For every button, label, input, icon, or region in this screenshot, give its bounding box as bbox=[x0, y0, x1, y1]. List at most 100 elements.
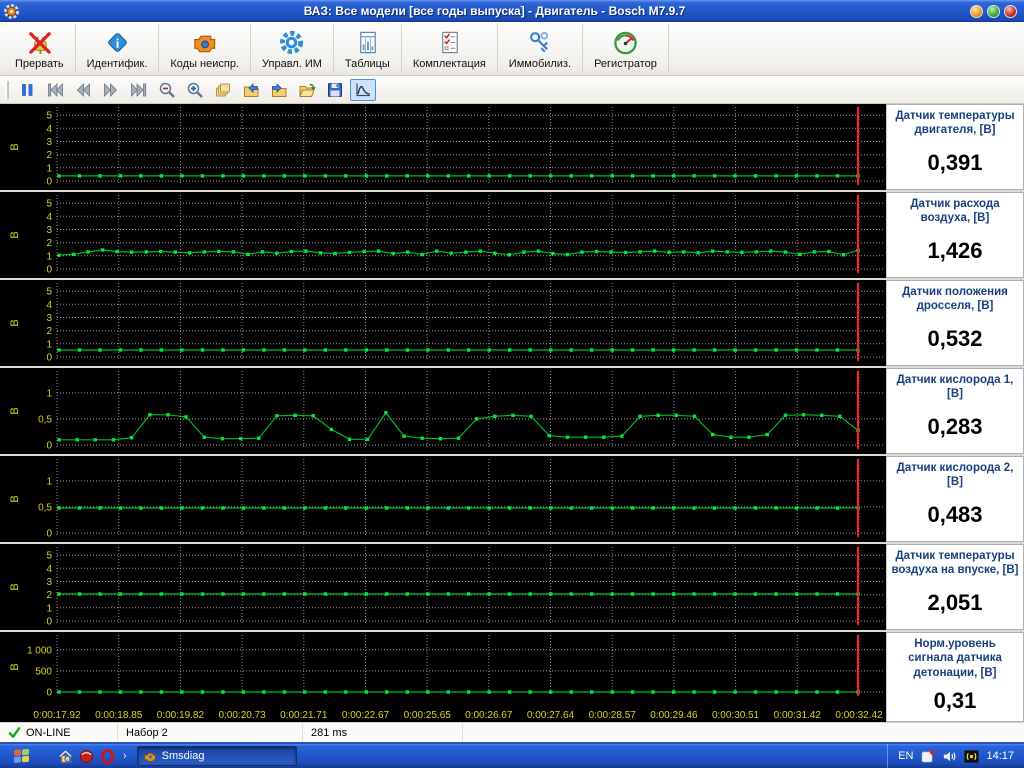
series-marker bbox=[638, 250, 642, 254]
series-marker bbox=[610, 592, 614, 596]
series-marker bbox=[801, 413, 806, 417]
toolbar-button-label: Коды неиспр. bbox=[170, 57, 240, 70]
series-marker bbox=[835, 592, 840, 596]
quick-launch-opera-icon[interactable] bbox=[100, 748, 115, 764]
series-marker bbox=[282, 690, 287, 694]
series-marker bbox=[508, 592, 512, 596]
series-marker bbox=[549, 506, 553, 510]
task-button-smsdiag[interactable]: Smsdiag bbox=[136, 746, 297, 766]
folder-open-button[interactable] bbox=[294, 79, 320, 101]
series-marker bbox=[347, 250, 352, 254]
y-axis-unit: В bbox=[9, 231, 21, 238]
series-marker bbox=[774, 592, 778, 596]
series-marker bbox=[651, 592, 655, 596]
close-button[interactable] bbox=[1004, 4, 1017, 18]
x-axis-label: 0:00:31.42 bbox=[774, 710, 822, 721]
series-marker bbox=[303, 690, 307, 694]
series-marker bbox=[438, 437, 442, 441]
start-button[interactable] bbox=[12, 747, 32, 765]
series-marker bbox=[551, 251, 555, 256]
skip-start-button[interactable] bbox=[42, 79, 68, 101]
series-marker bbox=[75, 438, 79, 442]
rewind-icon bbox=[76, 82, 90, 97]
sensor-label: Датчик кислорода 2, [В] bbox=[896, 462, 1014, 489]
quick-launch-globe-icon[interactable] bbox=[79, 749, 94, 764]
series-marker bbox=[835, 174, 840, 178]
chart-icon bbox=[356, 83, 370, 96]
series-marker bbox=[282, 174, 287, 178]
x-axis-label: 0:00:22.67 bbox=[342, 710, 390, 721]
skip-end-button[interactable] bbox=[126, 79, 152, 101]
series-marker bbox=[733, 592, 737, 596]
y-tick-label: 0 bbox=[46, 688, 52, 699]
tray-volume-icon[interactable] bbox=[942, 749, 957, 764]
connection-status: ON-LINE bbox=[0, 723, 118, 742]
minimize-button[interactable] bbox=[970, 4, 983, 18]
zoom-out-button[interactable] bbox=[154, 79, 180, 101]
series-marker bbox=[549, 592, 553, 596]
chart-plot: 0 500 1 000 В 0:00:17.92 0:00:18.85 0:00:19.82… bbox=[0, 632, 886, 722]
series-marker bbox=[262, 174, 266, 178]
series-marker bbox=[180, 174, 184, 178]
zoom-in-button[interactable] bbox=[182, 79, 208, 101]
maximize-button[interactable] bbox=[987, 4, 1000, 18]
series-marker bbox=[798, 252, 802, 256]
abort-button[interactable]: Прервать bbox=[4, 24, 76, 73]
series-marker bbox=[774, 506, 778, 510]
quick-launch-home-icon[interactable] bbox=[58, 749, 73, 764]
folder-in-button[interactable] bbox=[238, 79, 264, 101]
series-marker bbox=[638, 414, 642, 418]
series-marker bbox=[467, 506, 471, 510]
series-marker bbox=[385, 506, 389, 510]
series-marker bbox=[180, 506, 184, 510]
chart-row: 0 1 2 3 4 5 В Датчик температуры двигателя, [В]… bbox=[0, 104, 1024, 190]
toolbar-grip[interactable] bbox=[5, 80, 9, 99]
series-marker bbox=[569, 348, 573, 352]
latency-status: 281 ms bbox=[303, 723, 463, 742]
series-marker bbox=[220, 437, 225, 441]
y-tick-label: 3 bbox=[46, 577, 52, 588]
rewind-button[interactable] bbox=[70, 79, 96, 101]
series-marker bbox=[712, 592, 717, 596]
pause-button[interactable] bbox=[14, 79, 40, 101]
series-marker bbox=[651, 690, 655, 694]
chart-button[interactable] bbox=[350, 78, 376, 101]
series-marker bbox=[794, 592, 799, 596]
series-marker bbox=[303, 592, 307, 596]
immobilizer-button[interactable]: Иммобилиз. bbox=[498, 24, 584, 73]
window-title: ВАЗ: Все модели [все годы выпуска] - Дви… bbox=[303, 4, 686, 18]
series-marker bbox=[275, 251, 279, 255]
actuator-control-button[interactable]: Управл. ИМ bbox=[251, 24, 334, 73]
series-marker bbox=[98, 506, 102, 510]
fast-forward-button[interactable] bbox=[98, 79, 124, 101]
tray-connection-icon[interactable] bbox=[964, 749, 979, 764]
series-marker bbox=[467, 690, 471, 694]
recorder-button[interactable]: Регистратор bbox=[583, 24, 669, 73]
copy-button[interactable] bbox=[210, 79, 236, 101]
series-marker bbox=[118, 506, 123, 510]
series-marker bbox=[420, 252, 424, 257]
equipment-button[interactable]: Комплектация bbox=[402, 24, 498, 73]
series-marker bbox=[692, 348, 696, 352]
series-marker bbox=[385, 348, 389, 352]
status-spacer bbox=[463, 723, 1024, 742]
language-indicator[interactable]: EN bbox=[898, 750, 913, 762]
recorder-icon bbox=[614, 31, 637, 54]
tray-network-icon[interactable] bbox=[920, 749, 935, 764]
taskbar-clock[interactable]: 14:17 bbox=[986, 750, 1014, 762]
folder-out-button[interactable] bbox=[266, 79, 292, 101]
save-button[interactable] bbox=[322, 79, 348, 101]
x-axis-label: 0:00:29.46 bbox=[650, 710, 698, 721]
y-tick-label: 1 bbox=[46, 251, 52, 262]
sensor-value: 0,283 bbox=[927, 414, 983, 440]
tables-button[interactable]: Таблицы bbox=[334, 24, 402, 73]
series-marker bbox=[159, 348, 164, 352]
series-marker bbox=[753, 174, 758, 178]
series-marker bbox=[323, 174, 327, 178]
x-axis-label: 0:00:26.67 bbox=[465, 710, 513, 721]
quick-launch-expand-icon[interactable]: › bbox=[123, 750, 127, 762]
identify-button[interactable]: i Идентифик. bbox=[76, 24, 160, 73]
series-marker bbox=[241, 690, 246, 694]
series-marker bbox=[405, 174, 409, 178]
trouble-codes-button[interactable]: Коды неиспр. bbox=[159, 24, 252, 73]
